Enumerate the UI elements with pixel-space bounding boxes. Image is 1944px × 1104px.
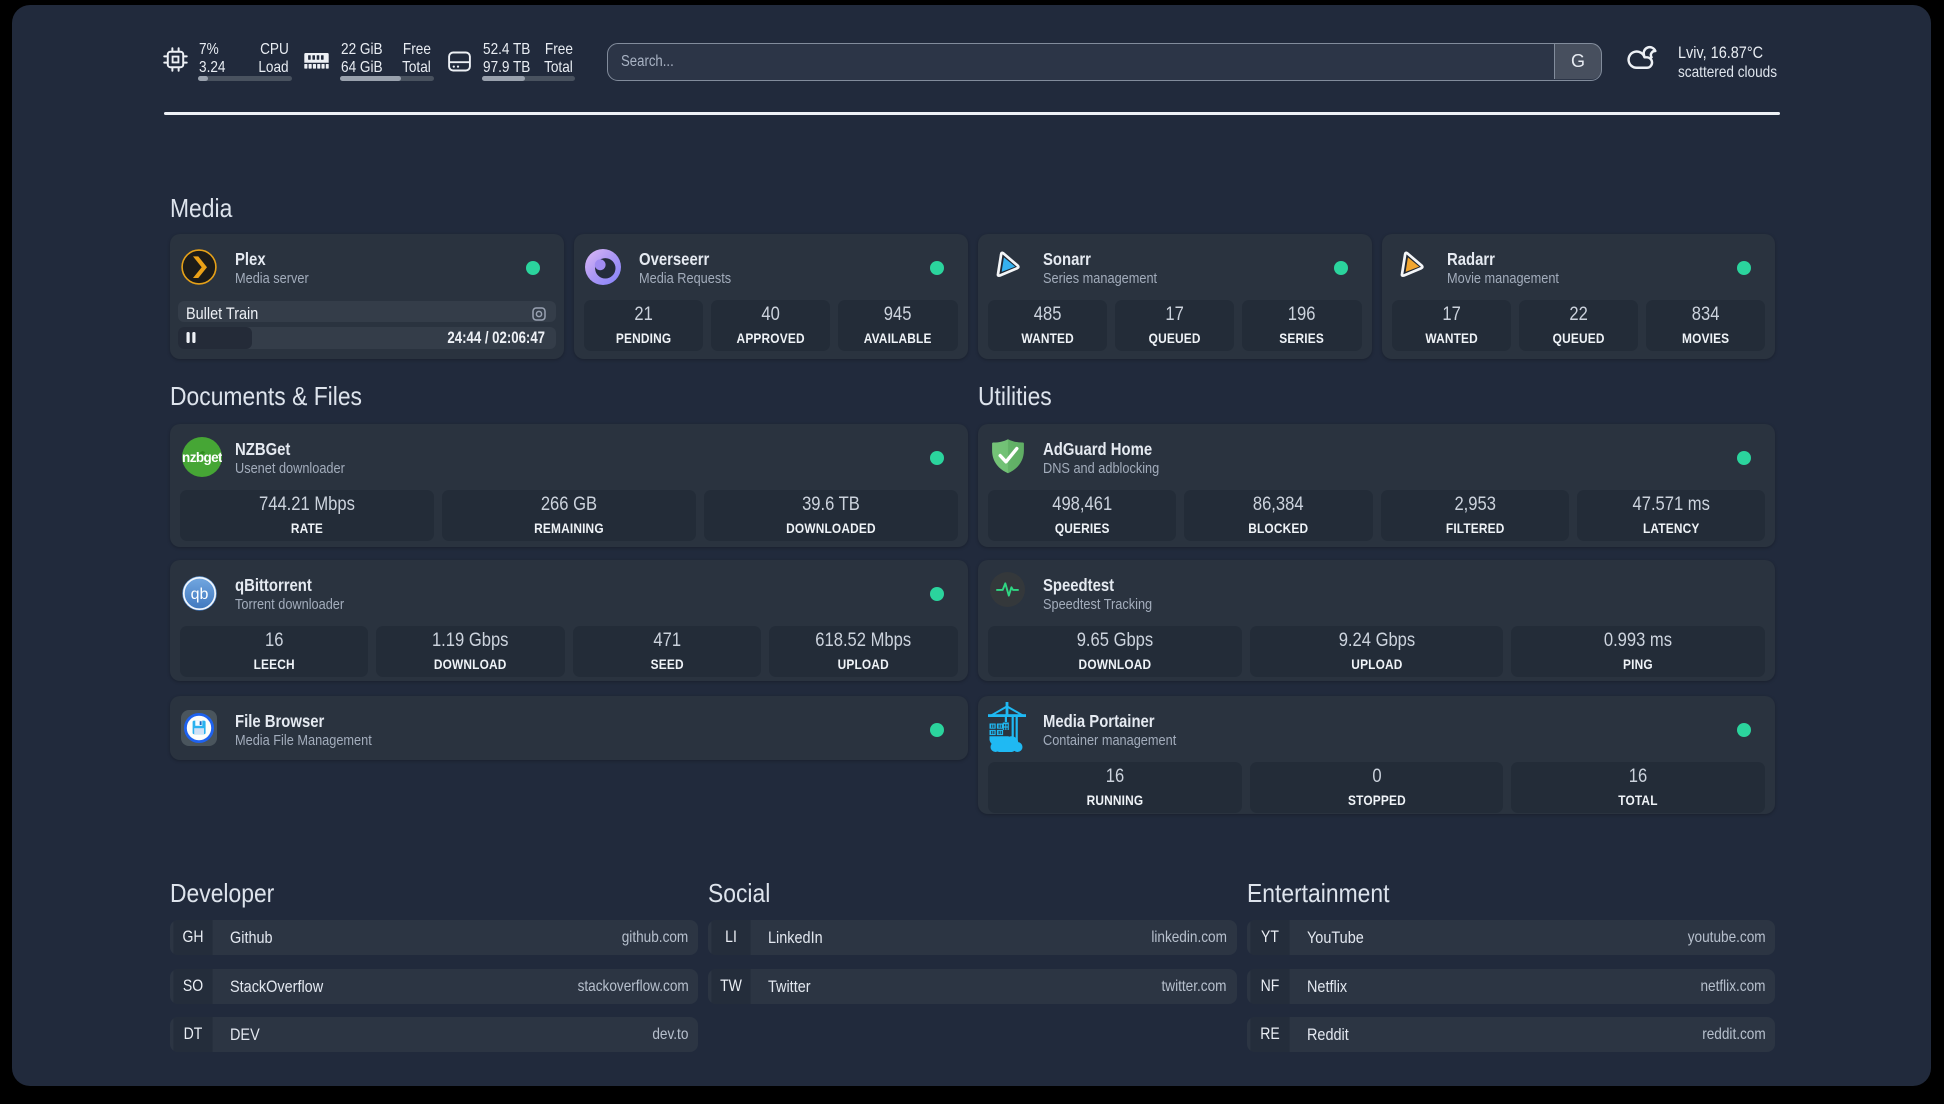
- svg-text:qb: qb: [191, 586, 209, 603]
- svg-text:nzbget: nzbget: [182, 450, 222, 465]
